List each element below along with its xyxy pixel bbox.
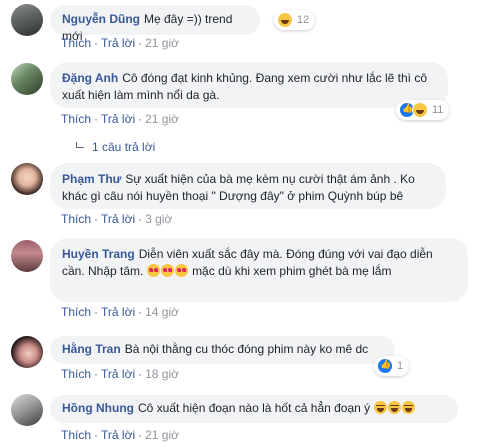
comment-actions: Thích · Trả lời · 21 giờ: [61, 36, 179, 50]
comment-text: Cô xuất hiện đoạn nào là hốt cả hẳn đoạn…: [137, 401, 371, 415]
reply-link[interactable]: Trả lời: [101, 367, 135, 381]
laughing-emoji: [401, 401, 415, 414]
reaction-summary[interactable]: 12: [274, 10, 316, 30]
separator: ·: [94, 212, 99, 226]
comment-time[interactable]: 21 giờ: [145, 36, 179, 50]
comment-bubble: Nguyễn Dũng Mẹ đây =)) trend mới: [50, 5, 260, 43]
comment-text: Bà nội thằng cu thóc đóng phim này ko mê…: [124, 342, 369, 356]
avatar[interactable]: [11, 4, 43, 36]
avatar[interactable]: [11, 163, 43, 195]
comment-author[interactable]: Huyền Trang: [62, 247, 135, 261]
like-link[interactable]: Thích: [61, 305, 91, 319]
comment-author[interactable]: Hằng Tran: [62, 342, 121, 356]
comment-author[interactable]: Đặng Anh: [62, 71, 118, 85]
separator: ·: [94, 112, 99, 126]
reply-link[interactable]: Trả lời: [101, 305, 135, 319]
avatar[interactable]: [11, 394, 43, 426]
comment-author[interactable]: Hồng Nhung: [62, 401, 134, 415]
heart-eyes-emoji: [146, 264, 160, 277]
comment-bubble: Huyền Trang Diễn viên xuất sắc đây mà. Đó…: [50, 238, 468, 302]
like-icon: [377, 358, 393, 374]
comment-time[interactable]: 21 giờ: [145, 112, 179, 126]
comment-time[interactable]: 18 giờ: [145, 367, 179, 381]
avatar[interactable]: [11, 63, 43, 95]
comment-bubble: Hồng Nhung Cô xuất hiện đoạn nào là hốt c…: [50, 395, 458, 423]
avatar[interactable]: [11, 240, 43, 272]
reaction-summary[interactable]: 11: [396, 100, 450, 120]
heart-eyes-emoji: [160, 264, 174, 277]
replies-count[interactable]: 1 câu trả lời: [92, 140, 155, 154]
like-link[interactable]: Thích: [61, 428, 91, 442]
reply-link[interactable]: Trả lời: [101, 112, 135, 126]
view-replies-link[interactable]: 1 câu trả lời: [76, 140, 155, 154]
separator: ·: [138, 367, 143, 381]
like-link[interactable]: Thích: [61, 112, 91, 126]
comment-bubble: Hằng Tran Bà nội thằng cu thóc đóng phim …: [50, 336, 395, 364]
reaction-count: 11: [432, 104, 444, 116]
comment-actions: Thích · Trả lời · 3 giờ: [61, 212, 172, 226]
reaction-count: 12: [297, 14, 310, 26]
avatar[interactable]: [11, 336, 43, 368]
separator: ·: [94, 367, 99, 381]
haha-icon: [412, 102, 428, 118]
separator: ·: [138, 305, 143, 319]
heart-eyes-emoji: [174, 264, 188, 277]
reply-link[interactable]: Trả lời: [101, 212, 135, 226]
comment-time[interactable]: 14 giờ: [145, 305, 179, 319]
like-link[interactable]: Thích: [61, 36, 91, 50]
separator: ·: [94, 36, 99, 50]
like-link[interactable]: Thích: [61, 367, 91, 381]
separator: ·: [138, 428, 143, 442]
comment-text-continued: mặc dù khi xem phim ghét bà mẹ lắm: [192, 264, 392, 278]
reaction-count: 1: [397, 360, 404, 372]
haha-icon: [277, 12, 293, 28]
separator: ·: [138, 112, 143, 126]
comment-actions: Thích · Trả lời · 21 giờ: [61, 112, 179, 126]
reaction-summary[interactable]: 1: [374, 356, 410, 376]
laughing-emoji: [387, 401, 401, 414]
separator: ·: [138, 36, 143, 50]
comment-actions: Thích · Trả lời · 14 giờ: [61, 305, 179, 319]
comment-bubble: Đặng Anh Cô đóng đạt kinh khủng. Đang xem…: [50, 62, 448, 108]
comment-bubble: Phạm Thư Sự xuất hiện của bà mẹ kèm nụ cư…: [50, 163, 446, 209]
reply-link[interactable]: Trả lời: [101, 36, 135, 50]
separator: ·: [94, 305, 99, 319]
like-link[interactable]: Thích: [61, 212, 91, 226]
comment-actions: Thích · Trả lời · 21 giờ: [61, 428, 179, 442]
reply-arrow-icon: [76, 142, 84, 148]
laughing-emoji: [373, 401, 387, 414]
comment-author[interactable]: Phạm Thư: [62, 172, 121, 186]
separator: ·: [94, 428, 99, 442]
separator: ·: [138, 212, 143, 226]
comment-time[interactable]: 3 giờ: [145, 212, 172, 226]
reply-link[interactable]: Trả lời: [101, 428, 135, 442]
comment-actions: Thích · Trả lời · 18 giờ: [61, 367, 179, 381]
comment-time[interactable]: 21 giờ: [145, 428, 179, 442]
comment-author[interactable]: Nguyễn Dũng: [62, 12, 140, 26]
